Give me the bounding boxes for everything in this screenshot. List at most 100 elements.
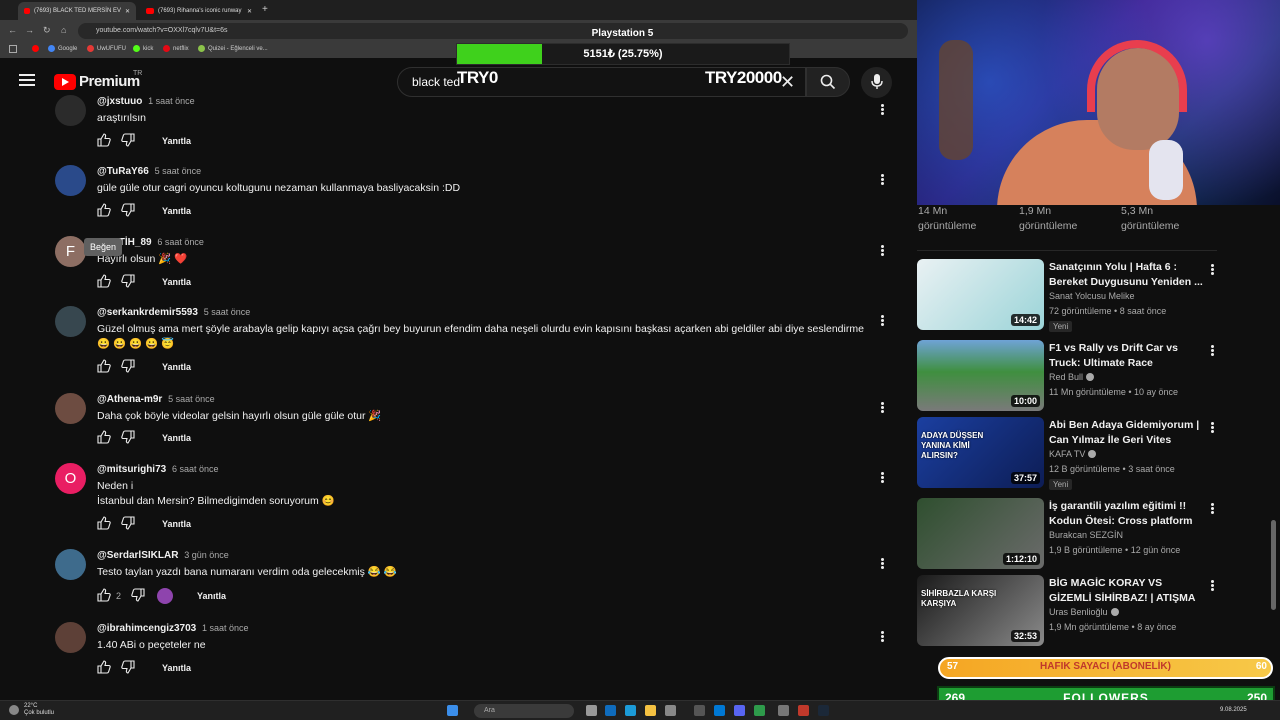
avatar[interactable]: O xyxy=(55,463,86,494)
reply-button[interactable]: Yanıtla xyxy=(162,206,191,216)
dislike-icon[interactable] xyxy=(131,588,145,604)
reply-button[interactable]: Yanıtla xyxy=(162,136,191,146)
apps-icon[interactable] xyxy=(9,45,17,53)
bookmark-quizei[interactable]: Quizei - Eğlenceli ve... xyxy=(198,45,268,52)
video-more-icon[interactable] xyxy=(1211,502,1214,515)
back-icon[interactable]: ← xyxy=(8,25,17,35)
like-icon[interactable] xyxy=(97,516,111,532)
like-icon[interactable] xyxy=(97,133,111,149)
app-icon[interactable] xyxy=(798,705,809,716)
comment-author[interactable]: @TuRaY66 xyxy=(97,166,149,177)
url-bar[interactable]: youtube.com/watch?v=OXXl7cqlv7U&t=6s xyxy=(78,23,908,39)
comment-time[interactable]: 1 saat önce xyxy=(202,623,249,633)
video-thumbnail[interactable]: 14:42 xyxy=(917,259,1044,330)
comment-time[interactable]: 1 saat önce xyxy=(148,96,195,106)
more-actions-icon[interactable] xyxy=(881,244,885,257)
like-icon[interactable] xyxy=(97,430,111,446)
comment-time[interactable]: 6 saat önce xyxy=(157,237,204,247)
like-icon[interactable] xyxy=(97,359,111,375)
reply-button[interactable]: Yanıtla xyxy=(197,591,226,601)
reply-button[interactable]: Yanıtla xyxy=(162,277,191,287)
video-title[interactable]: Sanatçının Yolu | Hafta 6 : Bereket Duyg… xyxy=(1049,260,1204,290)
comment-author[interactable]: @serkankrdemir5593 xyxy=(97,307,198,318)
like-icon[interactable] xyxy=(97,203,111,219)
comment-time[interactable]: 3 gün önce xyxy=(184,550,229,560)
comment-time[interactable]: 5 saat önce xyxy=(168,394,215,404)
bookmark-item[interactable] xyxy=(32,45,39,52)
bookmark-google[interactable]: Google xyxy=(48,45,77,52)
avatar[interactable]: F xyxy=(55,236,86,267)
video-title[interactable]: F1 vs Rally vs Drift Car vs Truck: Ultim… xyxy=(1049,341,1204,371)
reload-icon[interactable]: ↻ xyxy=(43,25,51,36)
youtube-logo[interactable]: Premium xyxy=(54,73,140,90)
reply-button[interactable]: Yanıtla xyxy=(162,663,191,673)
clear-search-icon[interactable]: ✕ xyxy=(780,72,795,93)
comment-time[interactable]: 6 saat önce xyxy=(172,464,219,474)
more-actions-icon[interactable] xyxy=(881,630,885,643)
like-icon[interactable] xyxy=(97,588,111,604)
dislike-icon[interactable] xyxy=(121,430,135,446)
edge-icon[interactable] xyxy=(625,705,636,716)
video-card[interactable]: 1:12:10 İş garantili yazılım eğitimi !! … xyxy=(917,498,1227,570)
dislike-icon[interactable] xyxy=(121,133,135,149)
video-thumbnail[interactable]: 10:00 xyxy=(917,340,1044,411)
steam-icon[interactable] xyxy=(818,705,829,716)
discord-icon[interactable] xyxy=(734,705,745,716)
video-more-icon[interactable] xyxy=(1211,344,1214,357)
browser-tab-active[interactable]: (7693) BLACK TED MERSİN EV ✕ xyxy=(18,2,136,20)
comment-author[interactable]: @mitsurighi73 xyxy=(97,464,166,475)
video-more-icon[interactable] xyxy=(1211,579,1214,592)
forward-icon[interactable]: → xyxy=(25,25,34,35)
search-button[interactable] xyxy=(806,67,850,97)
start-icon[interactable] xyxy=(447,705,458,716)
more-actions-icon[interactable] xyxy=(881,173,885,186)
video-thumbnail[interactable]: 1:12:10 xyxy=(917,498,1044,569)
comment-author[interactable]: @SerdarlSIKLAR xyxy=(97,550,178,561)
close-tab-icon[interactable]: ✕ xyxy=(125,8,130,15)
weather-widget[interactable]: 22°C Çok bulutlu xyxy=(24,703,54,717)
file-explorer-icon[interactable] xyxy=(645,705,656,716)
home-icon[interactable]: ⌂ xyxy=(61,25,66,35)
video-more-icon[interactable] xyxy=(1211,263,1214,276)
video-title[interactable]: BİG MAGİC KORAY VS GİZEMLİ SİHİRBAZ! | A… xyxy=(1049,576,1204,606)
avatar[interactable] xyxy=(55,622,86,653)
dislike-icon[interactable] xyxy=(121,516,135,532)
more-actions-icon[interactable] xyxy=(881,471,885,484)
more-actions-icon[interactable] xyxy=(881,314,885,327)
video-card[interactable]: 14:42 Sanatçının Yolu | Hafta 6 : Bereke… xyxy=(917,259,1227,332)
close-tab-icon[interactable]: ✕ xyxy=(247,8,252,15)
like-icon[interactable] xyxy=(97,274,111,290)
dislike-icon[interactable] xyxy=(121,274,135,290)
bookmark-kick[interactable]: kick xyxy=(133,45,153,52)
video-more-icon[interactable] xyxy=(1211,421,1214,434)
avatar[interactable] xyxy=(55,165,86,196)
mail-icon[interactable] xyxy=(714,705,725,716)
chrome-icon[interactable] xyxy=(754,705,765,716)
video-thumbnail[interactable]: ADAYA DÜŞSEN YANINA KİMİ ALIRSIN? 37:57 xyxy=(917,417,1044,488)
video-channel[interactable]: Sanat Yolcusu Melike xyxy=(1049,291,1135,301)
comment-author[interactable]: @Athena-m9r xyxy=(97,394,162,405)
voice-search-button[interactable] xyxy=(861,67,892,98)
reply-button[interactable]: Yanıtla xyxy=(162,433,191,443)
video-channel[interactable]: Burakcan SEZGİN xyxy=(1049,530,1123,540)
video-title[interactable]: Abi Ben Adaya Gidemiyorum | Can Yılmaz İ… xyxy=(1049,418,1204,448)
avatar[interactable] xyxy=(55,393,86,424)
dislike-icon[interactable] xyxy=(121,660,135,676)
app-icon[interactable] xyxy=(665,705,676,716)
more-actions-icon[interactable] xyxy=(881,103,885,116)
video-channel[interactable]: Uras Benlioğlu xyxy=(1049,607,1119,617)
avatar[interactable] xyxy=(55,306,86,337)
reply-button[interactable]: Yanıtla xyxy=(162,519,191,529)
bookmark-netflix[interactable]: netflix xyxy=(163,45,189,52)
avatar[interactable] xyxy=(55,95,86,126)
comment-time[interactable]: 5 saat önce xyxy=(204,307,251,317)
task-view-icon[interactable] xyxy=(586,705,597,716)
video-card[interactable]: 10:00 F1 vs Rally vs Drift Car vs Truck:… xyxy=(917,340,1227,412)
app-icon[interactable] xyxy=(694,705,705,716)
dislike-icon[interactable] xyxy=(121,203,135,219)
comment-author[interactable]: @ibrahimcengiz3703 xyxy=(97,623,196,634)
menu-icon[interactable] xyxy=(19,74,35,86)
video-title[interactable]: İş garantili yazılım eğitimi !! Kodun Öt… xyxy=(1049,499,1204,529)
bookmark-uwufufu[interactable]: UwUFUFU xyxy=(87,45,126,52)
video-thumbnail[interactable]: SİHİRBAZLA KARŞI KARŞIYA 32:53 xyxy=(917,575,1044,646)
